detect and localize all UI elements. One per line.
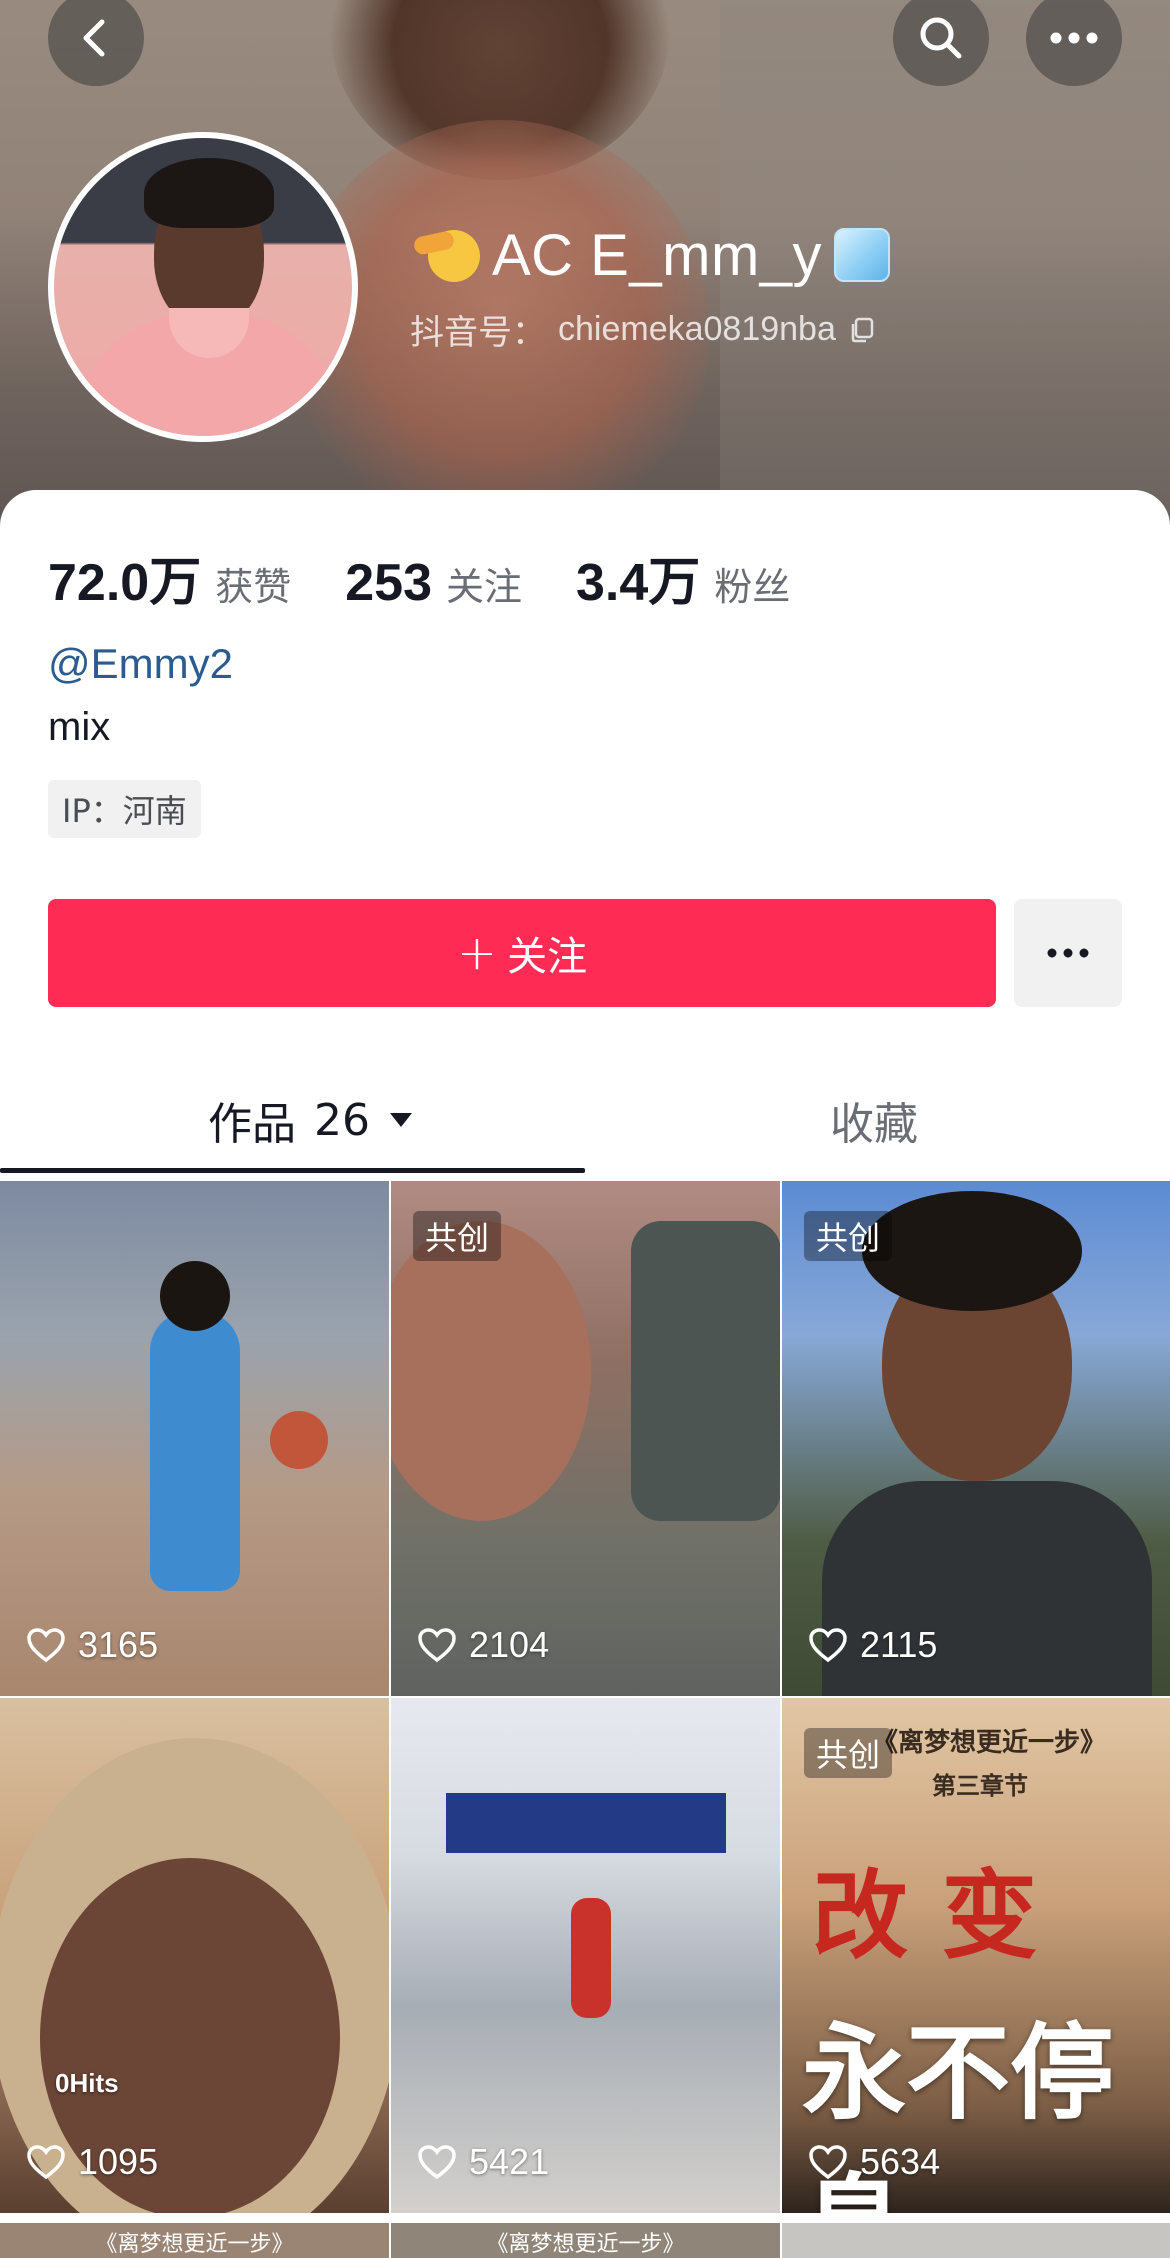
more-icon [1050, 32, 1098, 44]
like-count-value: 2115 [860, 1624, 938, 1665]
saluting-face-emoji [412, 224, 480, 286]
active-tab-indicator [0, 1168, 585, 1173]
video-grid: 3165 共创 2104 共创 2115 0Hits 1095 5421 《离梦… [0, 1181, 1170, 2213]
tab-works[interactable]: 作品 26 [208, 1070, 414, 1170]
display-name: AC E_mm_y [412, 220, 891, 290]
video-tile[interactable]: 0Hits 1095 [0, 1698, 389, 2213]
ip-location-tag: IP：河南 [48, 780, 201, 838]
content-tabs: 作品 26 收藏 [0, 1070, 1170, 1180]
thumbnail-shape [391, 1221, 591, 1521]
ice-cube-emoji [834, 228, 891, 282]
video-grid-partial-row: 《离梦想更近一步》 《离梦想更近一步》 [0, 2223, 1170, 2258]
heart-icon [809, 1628, 847, 1663]
like-count: 2104 [417, 1624, 549, 1666]
video-tile[interactable]: 共创 2104 [391, 1181, 780, 1696]
thumbnail-shape [446, 1793, 726, 1853]
stat-following[interactable]: 253 关注 [345, 553, 522, 613]
douyin-id-label: 抖音号： [410, 314, 546, 352]
like-count: 5634 [808, 2141, 940, 2183]
back-icon [83, 19, 105, 57]
profile-stats: 72.0万 获赞 253 关注 3.4万 粉丝 [48, 540, 844, 615]
copy-icon[interactable] [848, 316, 876, 344]
like-count: 1095 [26, 2141, 158, 2183]
tab-favorites-label: 收藏 [830, 1099, 918, 1150]
like-count: 3165 [26, 1624, 158, 1666]
heart-icon [809, 2145, 847, 2180]
video-tile-partial[interactable]: 《离梦想更近一步》 [391, 2223, 780, 2258]
like-count-value: 2104 [469, 1624, 550, 1665]
username-link[interactable]: @Emmy2 [48, 640, 233, 688]
avatar[interactable] [48, 132, 358, 442]
stat-followers[interactable]: 3.4万 粉丝 [576, 540, 790, 615]
video-tile-partial[interactable] [782, 2223, 1170, 2258]
thumbnail-shape [160, 1261, 230, 1331]
stat-likes[interactable]: 72.0万 获赞 [48, 540, 291, 615]
video-tile-partial[interactable]: 《离梦想更近一步》 [0, 2223, 389, 2258]
co-create-badge: 共创 [804, 1728, 893, 1778]
like-count: 2115 [808, 1624, 937, 1666]
stat-label: 关注 [446, 565, 523, 609]
stat-value: 253 [345, 554, 432, 612]
thumbnail-shape [150, 1311, 240, 1591]
like-count-value: 1095 [78, 2141, 159, 2182]
video-tile[interactable]: 共创 2115 [782, 1181, 1170, 1696]
stat-label: 获赞 [215, 565, 292, 609]
display-name-text: AC E_mm_y [492, 222, 823, 288]
heart-icon [418, 1628, 456, 1663]
heart-icon [27, 2145, 65, 2180]
avatar-shape [144, 158, 274, 228]
tab-favorites[interactable]: 收藏 [830, 1070, 918, 1170]
video-tile[interactable]: 5421 [391, 1698, 780, 2213]
like-count: 5421 [417, 2141, 549, 2183]
stat-value: 72.0万 [48, 554, 202, 612]
tab-works-label: 作品 [208, 1099, 296, 1150]
heart-icon [418, 2145, 456, 2180]
stat-value: 3.4万 [576, 554, 701, 612]
thumbnail-shape [631, 1221, 780, 1521]
video-title-text: 《离梦想更近一步》 [872, 1728, 1107, 1758]
thumbnail-shape [571, 1898, 611, 2018]
thumbnail-shape [862, 1191, 1082, 1311]
video-chapter-text: 第三章节 [932, 1772, 1028, 1800]
video-headline-text: 改 变 [812, 1860, 1038, 1972]
follow-button[interactable]: + 关注 [48, 899, 996, 1007]
tab-works-count: 26 [314, 1094, 370, 1146]
search-icon [920, 17, 962, 59]
video-tile[interactable]: 3165 [0, 1181, 389, 1696]
follow-button-label: 关注 [507, 934, 588, 980]
like-count-value: 5634 [860, 2141, 941, 2182]
co-create-badge: 共创 [413, 1211, 502, 1261]
co-create-badge: 共创 [804, 1211, 893, 1261]
bio-text: mix [48, 705, 111, 749]
heart-icon [27, 1628, 65, 1663]
plus-icon: + [456, 925, 498, 981]
video-tile[interactable]: 《离梦想更近一步》 第三章节 改 变 永不停息 共创 5634 [782, 1698, 1170, 2213]
douyin-id-value: chiemeka0819nba [558, 310, 836, 348]
stat-label: 粉丝 [714, 565, 791, 609]
video-overlay-text: 0Hits [55, 2068, 119, 2098]
like-count-value: 3165 [78, 1624, 159, 1665]
thumbnail-shape [270, 1411, 328, 1469]
more-icon [1047, 948, 1089, 958]
dropdown-icon[interactable] [388, 1110, 414, 1130]
like-count-value: 5421 [469, 2141, 550, 2182]
douyin-id[interactable]: 抖音号： chiemeka0819nba [410, 305, 876, 354]
more-actions-button[interactable] [1014, 899, 1122, 1007]
